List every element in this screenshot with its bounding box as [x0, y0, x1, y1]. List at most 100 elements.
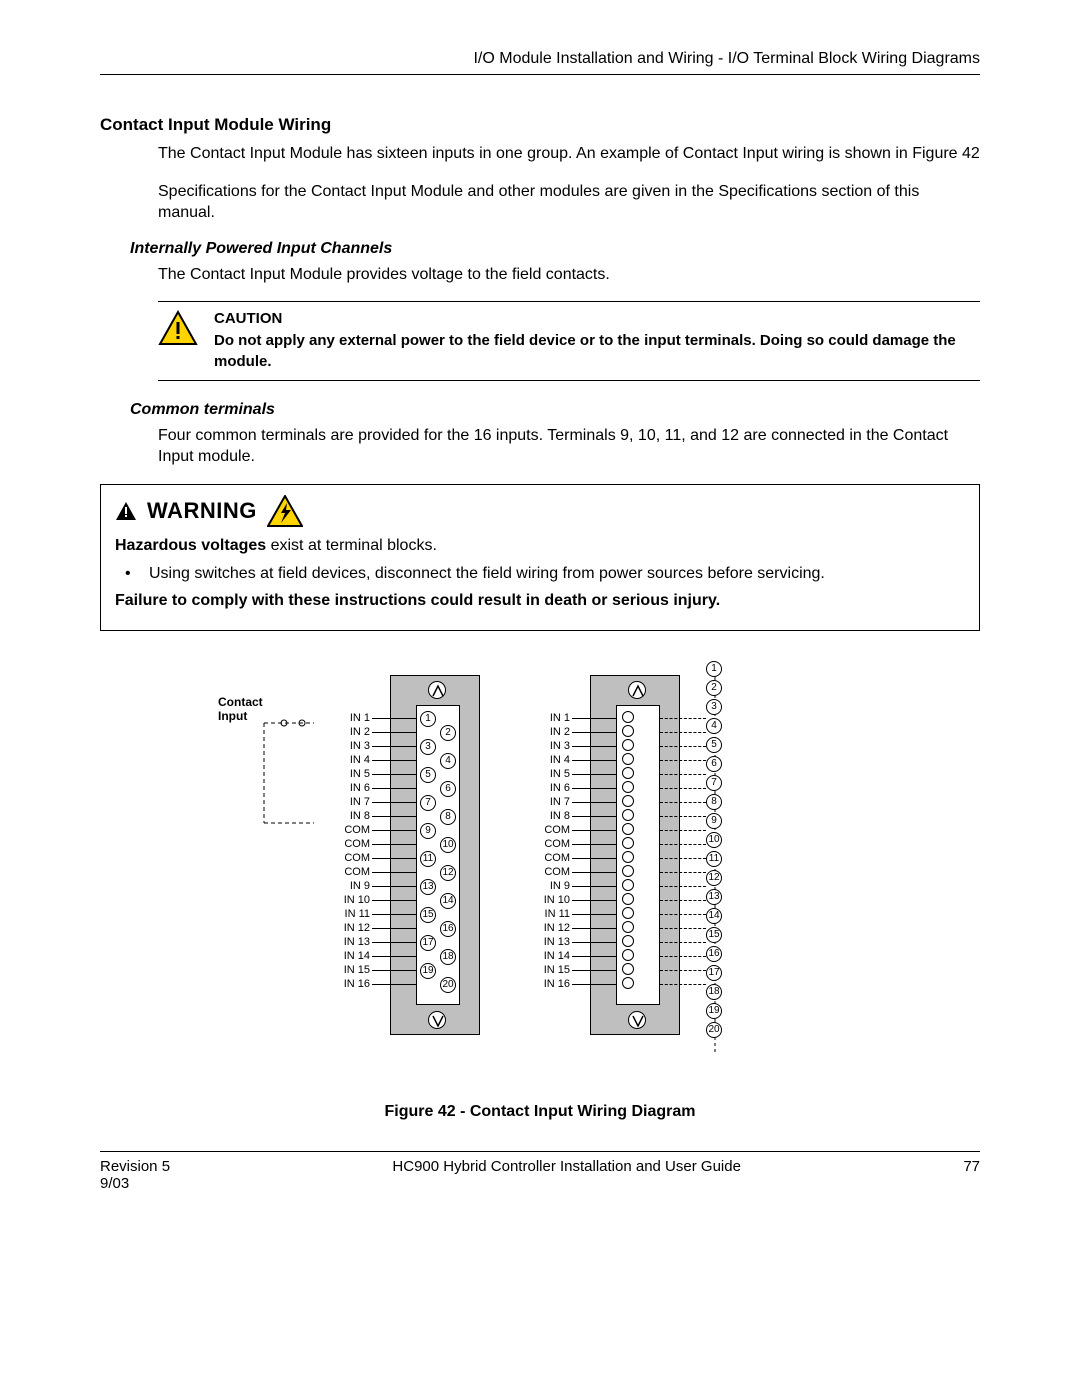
screw-terminal: [622, 767, 634, 779]
contact-label: Input: [218, 709, 247, 723]
terminal-number: 12: [440, 865, 456, 881]
figure-diagram: Contact Input 12345: [100, 655, 980, 1075]
page-footer: Revision 5 9/03 HC900 Hybrid Controller …: [100, 1151, 980, 1192]
wire-line: [572, 872, 616, 873]
screw-terminal: [622, 893, 634, 905]
dashed-connector: [660, 760, 706, 761]
screw-icon: [428, 681, 446, 699]
warning-line: Hazardous voltages exist at terminal blo…: [115, 535, 965, 557]
terminal-number: 4: [440, 753, 456, 769]
terminal-number: 3: [420, 739, 436, 755]
screw-terminal: [622, 921, 634, 933]
footer-page-number: 77: [963, 1158, 980, 1192]
dashed-connector: [660, 718, 706, 719]
wire-line: [572, 914, 616, 915]
terminal-label: IN 11: [310, 908, 370, 920]
terminal-number: 19: [706, 1003, 722, 1019]
screw-icon: [628, 681, 646, 699]
terminal-label: IN 10: [310, 894, 370, 906]
screw-terminal: [622, 935, 634, 947]
screw-terminal: [622, 963, 634, 975]
dashed-connector: [660, 970, 706, 971]
wire-line: [572, 788, 616, 789]
terminal-label: COM: [510, 852, 570, 864]
terminal-label: IN 5: [310, 768, 370, 780]
wire-line: [372, 942, 416, 943]
terminal-number: 6: [440, 781, 456, 797]
wire-line: [372, 802, 416, 803]
terminal-label: COM: [310, 824, 370, 836]
paragraph: Four common terminals are provided for t…: [158, 425, 980, 468]
terminal-number: 5: [706, 737, 722, 753]
terminal-number: 9: [420, 823, 436, 839]
wire-line: [372, 760, 416, 761]
terminal-number: 4: [706, 718, 722, 734]
wire-line: [572, 886, 616, 887]
paragraph: Specifications for the Contact Input Mod…: [158, 181, 980, 224]
screw-icon: [628, 1011, 646, 1029]
dashed-connector: [660, 956, 706, 957]
bullet-text: Using switches at field devices, disconn…: [149, 563, 825, 585]
dashed-connector: [660, 774, 706, 775]
caution-text: CAUTION Do not apply any external power …: [214, 310, 980, 372]
terminal-number: 13: [706, 889, 722, 905]
terminal-label: IN 10: [510, 894, 570, 906]
dashed-connector: [660, 928, 706, 929]
terminal-label: IN 15: [310, 964, 370, 976]
terminal-number: 13: [420, 879, 436, 895]
screw-terminal: [622, 851, 634, 863]
dashed-connector: [660, 746, 706, 747]
wire-line: [372, 774, 416, 775]
dashed-connector: [660, 900, 706, 901]
dashed-connector: [660, 732, 706, 733]
terminal-label: IN 4: [310, 754, 370, 766]
paragraph: The Contact Input Module provides voltag…: [158, 264, 980, 286]
terminal-label: IN 2: [310, 726, 370, 738]
terminal-label: IN 11: [510, 908, 570, 920]
footer-left: Revision 5 9/03: [100, 1158, 170, 1192]
terminal-label: IN 9: [510, 880, 570, 892]
wire-line: [372, 732, 416, 733]
wire-line: [572, 802, 616, 803]
terminal-label: IN 14: [310, 950, 370, 962]
terminal-number: 3: [706, 699, 722, 715]
wire-line: [572, 900, 616, 901]
terminal-number: 15: [420, 907, 436, 923]
caution-label: CAUTION: [214, 310, 980, 327]
screw-terminal: [622, 781, 634, 793]
wire-line: [572, 746, 616, 747]
terminal-label: IN 6: [310, 782, 370, 794]
terminal-number: 7: [420, 795, 436, 811]
subsection-title: Common terminals: [130, 401, 980, 419]
dashed-connector: [660, 872, 706, 873]
screw-icon: [428, 1011, 446, 1029]
terminal-number: 16: [706, 946, 722, 962]
wire-line: [372, 886, 416, 887]
screw-terminal: [622, 725, 634, 737]
terminal-label: IN 16: [510, 978, 570, 990]
screw-terminal: [622, 753, 634, 765]
terminal-number: 14: [706, 908, 722, 924]
terminal-number: 19: [420, 963, 436, 979]
wire-line: [572, 928, 616, 929]
wire-line: [372, 956, 416, 957]
wire-line: [372, 718, 416, 719]
wire-line: [372, 914, 416, 915]
screw-terminal: [622, 795, 634, 807]
footer-center: HC900 Hybrid Controller Installation and…: [392, 1158, 741, 1192]
terminal-label: IN 5: [510, 768, 570, 780]
terminal-label: COM: [310, 838, 370, 850]
terminal-number: 1: [706, 661, 722, 677]
wire-line: [372, 746, 416, 747]
wire-line: [572, 732, 616, 733]
terminal-label: IN 3: [510, 740, 570, 752]
terminal-number: 18: [440, 949, 456, 965]
terminal-label: IN 15: [510, 964, 570, 976]
terminal-number: 11: [706, 851, 722, 867]
date: 9/03: [100, 1175, 170, 1192]
caution-icon: [158, 310, 198, 372]
wire-line: [572, 816, 616, 817]
terminal-number: 14: [440, 893, 456, 909]
wire-line: [372, 900, 416, 901]
terminal-label: IN 9: [310, 880, 370, 892]
